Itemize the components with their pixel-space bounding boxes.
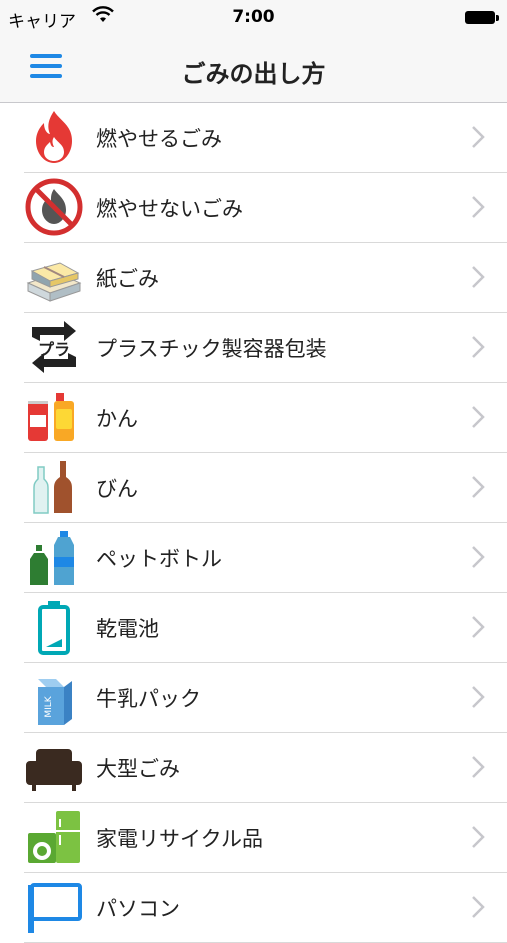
list-item-label: 乾電池 bbox=[96, 617, 159, 641]
list-item-label: かん bbox=[96, 407, 138, 431]
navigation-bar: ごみの出し方 bbox=[0, 36, 507, 103]
list-item-burnable[interactable]: 燃やせるごみ bbox=[24, 103, 507, 173]
sofa-icon bbox=[26, 749, 82, 791]
chevron-right-icon bbox=[472, 196, 485, 218]
battery-icon bbox=[38, 601, 70, 655]
paper-bundle-icon bbox=[26, 262, 82, 302]
chevron-right-icon bbox=[472, 686, 485, 708]
list-item-label: 牛乳パック bbox=[96, 687, 201, 711]
list-item-label: 燃やせるごみ bbox=[96, 127, 222, 151]
list-item-can[interactable]: かん bbox=[24, 383, 507, 453]
no-burn-icon bbox=[25, 178, 83, 236]
list-item-label: 家電リサイクル品 bbox=[96, 827, 263, 851]
svg-text:プラ: プラ bbox=[38, 340, 70, 359]
list-item-computer[interactable]: パソコン bbox=[24, 873, 507, 943]
list-item-label: びん bbox=[96, 477, 138, 501]
list-item-milk-carton[interactable]: MILK 牛乳パック bbox=[24, 663, 507, 733]
chevron-right-icon bbox=[472, 336, 485, 358]
list-item-appliance[interactable]: 家電リサイクル品 bbox=[24, 803, 507, 873]
list-item-label: 紙ごみ bbox=[96, 267, 159, 291]
chevron-right-icon bbox=[472, 406, 485, 428]
list-item-label: 大型ごみ bbox=[96, 757, 180, 781]
chevron-right-icon bbox=[472, 476, 485, 498]
status-time: 7:00 bbox=[232, 7, 275, 27]
status-bar: キャリア 7:00 bbox=[0, 0, 507, 36]
pet-bottle-icon bbox=[30, 531, 74, 585]
list-item-bottle[interactable]: びん bbox=[24, 453, 507, 523]
computer-icon bbox=[28, 883, 82, 933]
fire-icon bbox=[36, 111, 72, 163]
chevron-right-icon bbox=[472, 266, 485, 288]
battery-icon bbox=[465, 11, 499, 24]
list-item-paper[interactable]: 紙ごみ bbox=[24, 243, 507, 313]
list-item-dry-battery[interactable]: 乾電池 bbox=[24, 593, 507, 663]
appliance-icon bbox=[28, 811, 80, 863]
garbage-category-list: 燃やせるごみ 燃やせないごみ 紙ごみ プラ プラスチック製容器包装 かん びん … bbox=[0, 103, 507, 943]
list-item-label: ペットボトル bbox=[96, 547, 222, 571]
list-item-plastic[interactable]: プラ プラスチック製容器包装 bbox=[24, 313, 507, 383]
list-item-non-burnable[interactable]: 燃やせないごみ bbox=[24, 173, 507, 243]
chevron-right-icon bbox=[472, 826, 485, 848]
chevron-right-icon bbox=[472, 126, 485, 148]
list-item-label: パソコン bbox=[96, 897, 180, 921]
milk-carton-icon: MILK bbox=[38, 679, 72, 725]
list-item-bulky[interactable]: 大型ごみ bbox=[24, 733, 507, 803]
plastic-recycle-icon: プラ bbox=[32, 321, 76, 373]
svg-text:MILK: MILK bbox=[44, 695, 54, 717]
page-title: ごみの出し方 bbox=[181, 60, 326, 88]
can-icon bbox=[28, 393, 74, 441]
chevron-right-icon bbox=[472, 616, 485, 638]
chevron-right-icon bbox=[472, 896, 485, 918]
list-item-label: 燃やせないごみ bbox=[96, 197, 243, 221]
chevron-right-icon bbox=[472, 756, 485, 778]
list-item-label: プラスチック製容器包装 bbox=[96, 337, 327, 361]
list-item-pet-bottle[interactable]: ペットボトル bbox=[24, 523, 507, 593]
chevron-right-icon bbox=[472, 546, 485, 568]
bottle-icon bbox=[33, 461, 72, 514]
